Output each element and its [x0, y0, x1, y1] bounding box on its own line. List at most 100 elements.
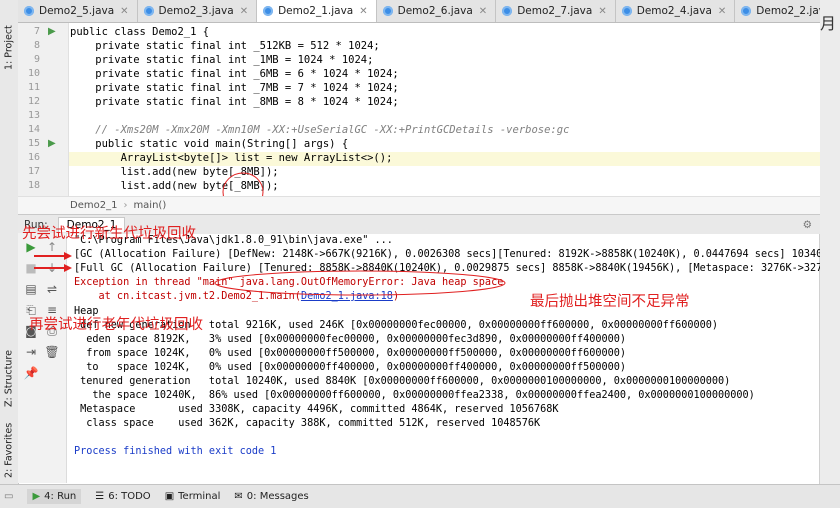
source-link[interactable]: Demo2_1.java:18	[301, 291, 393, 302]
console-line: [Full GC (Allocation Failure) [Tenured: …	[74, 263, 820, 274]
run-gutter-icon[interactable]: ▶	[48, 138, 56, 149]
run-icon: ▶	[32, 491, 41, 502]
tab-demo2-3[interactable]: Demo2_3.java ✕	[138, 0, 258, 22]
annotation-oom: 最后抛出堆空间不足异常	[530, 294, 690, 310]
line-number: 11	[27, 82, 40, 93]
code-line: public static void main(String[] args) {	[70, 138, 349, 150]
console-line: to space 1024K, 0% used [0x00000000ff400…	[74, 362, 627, 373]
console-line: from space 1024K, 0% used [0x00000000ff5…	[74, 348, 627, 359]
java-file-icon	[382, 6, 393, 16]
hand-drawn-ellipse	[214, 270, 506, 296]
code-line: private static final int _8MB = 8 * 1024…	[70, 96, 399, 108]
annotation-young-gc: 先尝试进行新生代垃圾回收	[22, 226, 196, 242]
scroll-down-icon[interactable]: ↓	[44, 260, 60, 276]
code-editor[interactable]: 7 8 9 10 11 12 13 14 15 16 17 18 ▶ ▶ pub…	[18, 23, 820, 212]
messages-tool-button[interactable]: ✉ 0: Messages	[234, 491, 308, 502]
tab-demo2-4[interactable]: Demo2_4.java ✕	[616, 0, 736, 22]
close-icon[interactable]: ✕	[359, 6, 367, 17]
messages-tool-label: 0: Messages	[246, 491, 309, 502]
project-tab-label: 1: Project	[3, 25, 15, 70]
structure-tool-tab[interactable]: Z: Structure	[1, 345, 17, 407]
code-line: private static final int _512KB = 512 * …	[70, 40, 380, 52]
line-number: 15	[27, 138, 40, 149]
java-file-icon	[143, 6, 154, 16]
console-line: Metaspace used 3308K, capacity 4496K, co…	[74, 404, 559, 415]
left-tool-strip: 1: Project Z: Structure 2: Favorites	[0, 0, 19, 484]
line-number: 8	[33, 40, 40, 51]
code-line: list.add(new byte[_8MB]);	[70, 180, 279, 192]
line-number: 12	[27, 96, 40, 107]
line-number: 13	[27, 110, 40, 121]
console-line: eden space 8192K, 3% used [0x00000000fec…	[74, 334, 627, 345]
favorites-tab-label: 2: Favorites	[3, 422, 15, 478]
code-line: private static final int _6MB = 6 * 1024…	[70, 68, 399, 80]
run-toolbar: ▶ ↑ ■ ↓ ▤ ⇌ ⎗ ≡ ◙ ⎙ ⇥ 🗑 📌	[18, 233, 67, 483]
hand-drawn-circle	[222, 172, 264, 212]
line-number: 7	[33, 26, 40, 37]
trash-icon[interactable]: 🗑	[44, 344, 60, 360]
line-number: 14	[27, 124, 40, 135]
tab-label: Demo2_1.java	[278, 5, 354, 17]
run-tool-label: 4: Run	[44, 491, 77, 502]
terminal-icon: ▣	[164, 491, 175, 502]
tab-demo2-5[interactable]: Demo2_5.java ✕	[18, 0, 138, 22]
soft-wrap-icon[interactable]: ⇌	[44, 281, 60, 297]
stacktrace-close: )	[392, 291, 400, 302]
todo-tool-button[interactable]: ☰ 6: TODO	[95, 491, 150, 502]
close-icon[interactable]: ✕	[598, 6, 606, 17]
run-console[interactable]: "C:\Program Files\Java\jdk1.8.0_91\bin\j…	[70, 233, 820, 483]
console-error-line: Exception in thread "main" java.lang.Out…	[74, 277, 504, 288]
tab-label: Demo2_6.java	[397, 5, 473, 17]
code-line: list.add(new byte[_8MB]);	[70, 166, 279, 178]
annotation-old-gc: 再尝试进行老年代垃圾回收	[29, 317, 203, 333]
run-gutter-icon[interactable]: ▶	[48, 26, 56, 37]
right-tool-strip: 月	[819, 0, 840, 484]
tab-label: Demo2_3.java	[158, 5, 234, 17]
tab-demo2-7[interactable]: Demo2_7.java ✕	[496, 0, 616, 22]
bottom-tool-bar: ▭ ▶ 4: Run ☰ 6: TODO ▣ Terminal ✉ 0: Mes…	[0, 484, 840, 508]
breadcrumb-class[interactable]: Demo2_1	[70, 200, 117, 211]
project-tool-tab[interactable]: 1: Project	[1, 10, 17, 70]
tab-demo2-6[interactable]: Demo2_6.java ✕	[377, 0, 497, 22]
code-line: ArrayList<byte[]> list = new ArrayList<>…	[70, 152, 393, 164]
breadcrumb-separator-icon: ›	[123, 200, 128, 211]
tab-demo2-1[interactable]: Demo2_1.java ✕	[257, 0, 377, 22]
close-icon[interactable]: ✕	[479, 6, 487, 17]
console-exit-line: Process finished with exit code 1	[74, 446, 277, 457]
console-line: the space 10240K, 86% used [0x00000000ff…	[74, 390, 755, 401]
breadcrumb-method[interactable]: main()	[133, 200, 166, 211]
panel-toggle-icon[interactable]: ▭	[4, 491, 13, 502]
close-icon[interactable]: ✕	[718, 6, 726, 17]
line-number: 18	[27, 180, 40, 191]
terminal-tool-label: Terminal	[178, 491, 221, 502]
terminal-tool-button[interactable]: ▣ Terminal	[165, 491, 221, 502]
layout-icon[interactable]: ▤	[23, 281, 39, 297]
favorites-tool-tab[interactable]: 2: Favorites	[1, 418, 17, 478]
close-icon[interactable]: ✕	[120, 6, 128, 17]
java-file-icon	[502, 6, 513, 16]
corner-handwriting: 月	[820, 14, 837, 33]
java-file-icon	[24, 6, 34, 16]
line-number: 10	[27, 68, 40, 79]
line-gutter: 7 8 9 10 11 12 13 14 15 16 17 18 ▶ ▶	[18, 23, 69, 196]
console-line: [GC (Allocation Failure) [DefNew: 2148K-…	[74, 249, 820, 260]
exit-icon[interactable]: ⇥	[23, 344, 39, 360]
tab-demo2-2[interactable]: Demo2_2.java✕	[735, 0, 820, 22]
settings-gear-icon[interactable]: ⚙	[803, 219, 812, 231]
java-file-icon	[741, 6, 752, 16]
pin-icon[interactable]: 📌	[23, 365, 39, 381]
stop-icon[interactable]: ■	[23, 260, 39, 276]
code-line: private static final int _1MB = 1024 * 1…	[70, 54, 374, 66]
tab-label: Demo2_4.java	[636, 5, 712, 17]
close-icon[interactable]: ✕	[240, 6, 248, 17]
console-line: class space used 362K, capacity 388K, co…	[74, 418, 541, 429]
line-number: 16	[27, 152, 40, 163]
tab-label: Demo2_5.java	[39, 5, 115, 17]
tab-label: Demo2_7.java	[517, 5, 593, 17]
code-line: private static final int _7MB = 7 * 1024…	[70, 82, 399, 94]
line-number: 17	[27, 166, 40, 177]
breadcrumb: Demo2_1 › main()	[18, 196, 820, 214]
messages-icon: ✉	[234, 491, 243, 502]
run-tool-button[interactable]: ▶ 4: Run	[27, 489, 82, 504]
line-number: 9	[33, 54, 40, 65]
